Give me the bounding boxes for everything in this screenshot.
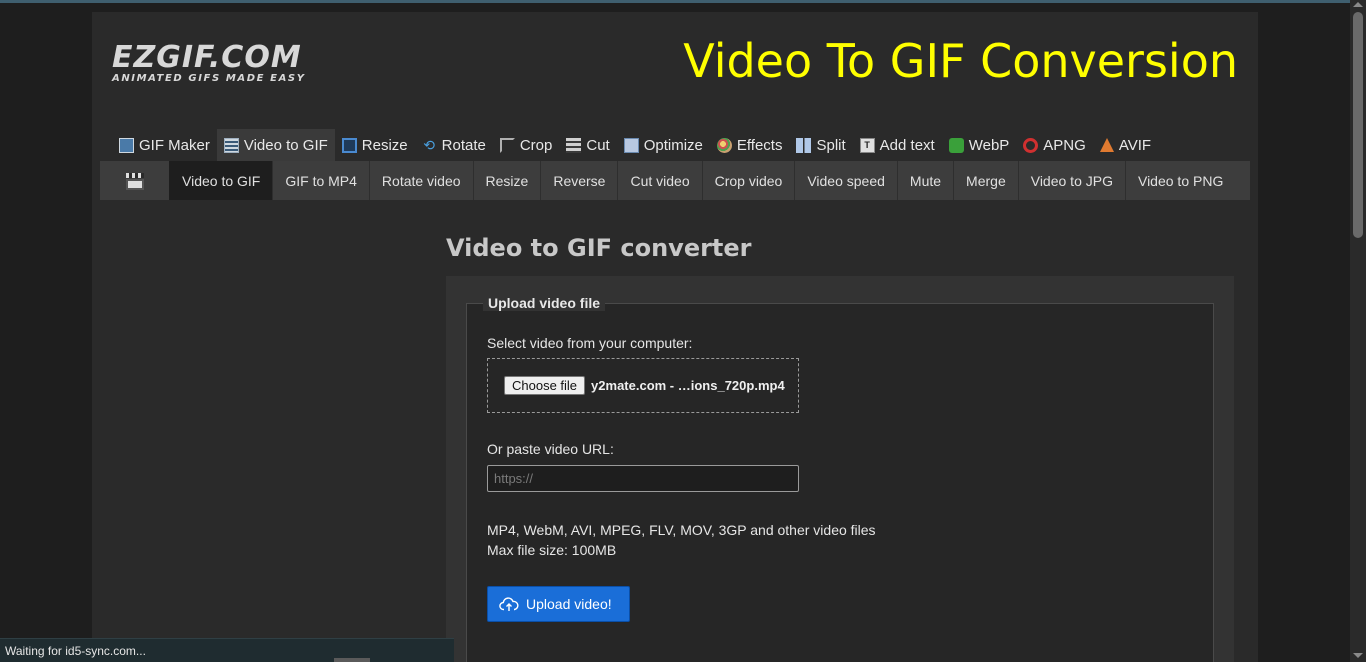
max-size-note: Max file size: 100MB [487, 542, 617, 558]
subnav-crop-video[interactable]: Crop video [701, 161, 795, 200]
apng-icon [1023, 137, 1039, 153]
nav-optimize[interactable]: Optimize [617, 129, 710, 161]
converter-title: Video to GIF converter [446, 234, 752, 262]
nav-label: Cut [586, 136, 610, 154]
film-icon [223, 137, 239, 153]
scroll-up-arrow-icon[interactable] [1353, 2, 1363, 7]
subnav-video-to-gif[interactable]: Video to GIF [169, 161, 273, 200]
nav-rotate[interactable]: ⟲ Rotate [415, 129, 493, 161]
nav-label: Add text [879, 136, 935, 154]
cut-icon [566, 137, 582, 153]
page-container: EZGIF.COM ANIMATED GIFS MADE EASY Video … [92, 12, 1258, 662]
nav-apng[interactable]: APNG [1016, 129, 1093, 161]
nav-label: Resize [361, 136, 408, 154]
optimize-icon [623, 137, 639, 153]
nav-label: Rotate [441, 136, 486, 154]
clapperboard-icon [100, 161, 169, 200]
subnav-rotate-video[interactable]: Rotate video [368, 161, 473, 200]
select-file-label: Select video from your computer: [487, 335, 693, 351]
browser-top-border [0, 0, 1366, 3]
vertical-scrollbar[interactable] [1350, 0, 1366, 662]
scroll-down-arrow-icon[interactable] [1353, 653, 1363, 658]
nav-label: Optimize [643, 136, 703, 154]
nav-label: Video to GIF [243, 136, 328, 154]
sub-nav: Video to GIF GIF to MP4 Rotate video Res… [100, 161, 1250, 200]
site-logo[interactable]: EZGIF.COM ANIMATED GIFS MADE EASY [112, 40, 342, 86]
nav-label: Crop [519, 136, 553, 154]
choose-file-button[interactable]: Choose file [504, 376, 586, 395]
url-label: Or paste video URL: [487, 441, 614, 457]
nav-label: GIF Maker [139, 136, 210, 154]
subnav-video-to-jpg[interactable]: Video to JPG [1017, 161, 1125, 200]
nav-add-text[interactable]: T Add text [853, 129, 942, 161]
upload-button-label: Upload video! [526, 596, 612, 612]
subnav-mute[interactable]: Mute [896, 161, 953, 200]
nav-avif[interactable]: AVIF [1093, 129, 1158, 161]
nav-label: APNG [1043, 136, 1086, 154]
subnav-video-to-png[interactable]: Video to PNG [1124, 161, 1235, 200]
nav-cut[interactable]: Cut [559, 129, 616, 161]
page-headline: Video To GIF Conversion [683, 34, 1238, 88]
logo-tagline: ANIMATED GIFS MADE EASY [112, 73, 306, 84]
nav-label: AVIF [1118, 136, 1152, 154]
main-nav: GIF Maker Video to GIF Resize ⟲ Rotate Cr… [112, 129, 1158, 161]
avif-icon [1099, 138, 1114, 152]
upload-video-button[interactable]: Upload video! [487, 586, 630, 622]
nav-label: Split [816, 136, 846, 154]
nav-effects[interactable]: Effects [710, 129, 790, 161]
nav-label: Effects [736, 136, 783, 154]
file-input[interactable]: Choose file y2mate.com - …ions_720p.mp4 [487, 358, 799, 413]
horizontal-scroll-handle[interactable] [334, 658, 370, 662]
upload-fieldset: Upload video file Select video from your… [466, 295, 1214, 662]
video-url-input[interactable] [487, 465, 799, 492]
nav-resize[interactable]: Resize [335, 129, 415, 161]
crop-icon [499, 137, 515, 153]
subnav-resize[interactable]: Resize [472, 161, 541, 200]
nav-crop[interactable]: Crop [493, 129, 560, 161]
subnav-merge[interactable]: Merge [953, 161, 1018, 200]
nav-webp[interactable]: WebP [942, 129, 1017, 161]
add-text-icon: T [859, 137, 875, 153]
selected-file-name: y2mate.com - …ions_720p.mp4 [591, 378, 785, 393]
browser-status-bar: Waiting for id5-sync.com... [0, 638, 454, 662]
rotate-icon: ⟲ [423, 136, 435, 153]
logo-wordmark: EZGIF.COM [112, 40, 302, 75]
subnav-gif-to-mp4[interactable]: GIF to MP4 [272, 161, 369, 200]
webp-icon [948, 137, 964, 153]
subnav-cut-video[interactable]: Cut video [617, 161, 701, 200]
converter-panel: Upload video file Select video from your… [446, 276, 1234, 662]
formats-note: MP4, WebM, AVI, MPEG, FLV, MOV, 3GP and … [487, 522, 876, 538]
nav-video-to-gif[interactable]: Video to GIF [216, 129, 335, 161]
split-icon [796, 137, 812, 153]
subnav-video-speed[interactable]: Video speed [794, 161, 897, 200]
cloud-upload-icon [499, 597, 519, 611]
subnav-reverse[interactable]: Reverse [540, 161, 617, 200]
nav-gif-maker[interactable]: GIF Maker [112, 129, 217, 161]
scrollbar-thumb[interactable] [1353, 12, 1363, 238]
nav-label: WebP [968, 136, 1010, 154]
gif-maker-icon [119, 137, 134, 153]
effects-palette-icon [716, 137, 732, 153]
resize-icon [341, 137, 357, 153]
nav-split[interactable]: Split [789, 129, 852, 161]
